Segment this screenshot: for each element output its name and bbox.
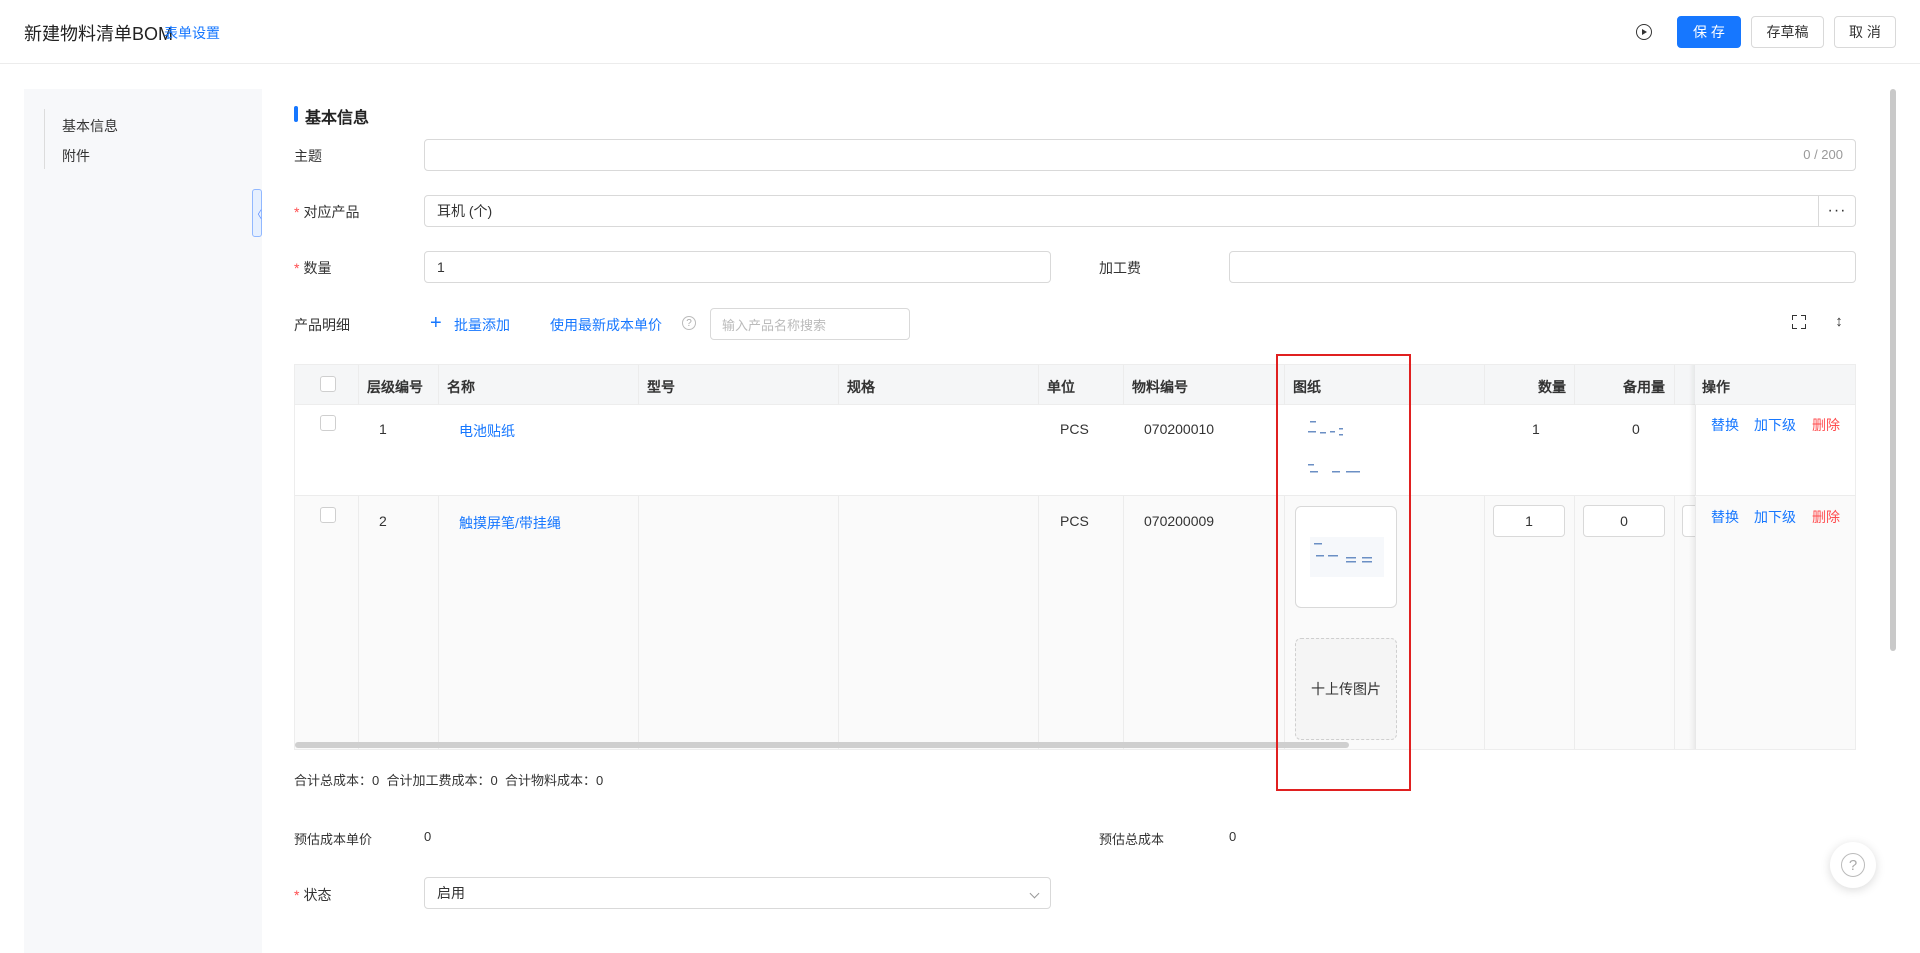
page-header: 新建物料清单BOM 表单设置 保 存 存草稿 取 消 bbox=[0, 0, 1920, 64]
save-button[interactable]: 保 存 bbox=[1677, 16, 1741, 48]
use-latest-cost-link[interactable]: 使用最新成本单价 bbox=[550, 315, 662, 335]
table-header: 层级编号 名称 型号 规格 单位 物料编号 图纸 数量 备用量 操作 bbox=[295, 365, 1855, 405]
select-all-checkbox[interactable] bbox=[320, 376, 336, 392]
row-unit: PCS bbox=[1060, 421, 1089, 437]
nav-divider bbox=[44, 109, 45, 169]
quantity-label-text: 数量 bbox=[303, 260, 332, 276]
row-checkbox[interactable] bbox=[320, 415, 336, 431]
row-name-link[interactable]: 电池贴纸 bbox=[459, 421, 515, 441]
col-level: 层级编号 bbox=[367, 379, 423, 395]
cancel-button[interactable]: 取 消 bbox=[1834, 16, 1896, 48]
status-value: 启用 bbox=[437, 885, 465, 901]
col-code: 物料编号 bbox=[1132, 379, 1188, 395]
table-horizontal-scrollbar[interactable] bbox=[295, 742, 1349, 748]
product-detail-label: 产品明细 bbox=[294, 317, 350, 333]
estimated-total-cost-value: 0 bbox=[1229, 829, 1237, 844]
help-button[interactable]: ? bbox=[1830, 842, 1876, 888]
table-row: 1 电池贴纸 PCS 070200010 1 0 bbox=[295, 405, 1855, 496]
product-label: * 对应产品 bbox=[294, 202, 359, 222]
total-cost: 合计总成本：0 bbox=[294, 773, 380, 788]
nav-item-basic-info[interactable]: 基本信息 bbox=[62, 116, 118, 136]
row-checkbox[interactable] bbox=[320, 507, 336, 523]
cost-summary: 合计总成本：0 合计加工费成本：0 合计物料成本：0 bbox=[294, 770, 603, 789]
chevron-down-icon bbox=[1029, 888, 1040, 899]
required-mark: * bbox=[294, 260, 300, 276]
save-draft-button[interactable]: 存草稿 bbox=[1751, 16, 1824, 48]
section-accent-bar bbox=[294, 106, 298, 122]
spare-input[interactable]: 0 bbox=[1583, 505, 1665, 537]
total-processing-fee: 合计加工费成本：0 bbox=[386, 773, 498, 788]
col-quantity: 数量 bbox=[1538, 379, 1566, 395]
highlight-annotation-box bbox=[1276, 354, 1411, 791]
play-icon[interactable] bbox=[1636, 24, 1652, 40]
row-unit: PCS bbox=[1060, 513, 1089, 529]
replace-action[interactable]: 替换 bbox=[1711, 507, 1739, 527]
status-label: * 状态 bbox=[294, 885, 331, 905]
estimated-unit-cost-label: 预估成本单价 bbox=[294, 832, 373, 847]
col-spare: 备用量 bbox=[1623, 379, 1665, 395]
col-model: 型号 bbox=[647, 379, 675, 395]
batch-add-link[interactable]: 批量添加 bbox=[454, 315, 510, 335]
estimated-total-cost-label: 预估总成本 bbox=[1099, 832, 1165, 847]
row-quantity: 1 bbox=[1532, 421, 1540, 437]
page-vertical-scrollbar[interactable] bbox=[1890, 89, 1896, 651]
quantity-input[interactable]: 1 bbox=[1493, 505, 1565, 537]
col-spec: 规格 bbox=[847, 379, 875, 395]
col-unit: 单位 bbox=[1047, 379, 1075, 395]
required-mark: * bbox=[294, 204, 300, 220]
row-spare: 0 bbox=[1632, 421, 1640, 437]
fullscreen-icon[interactable] bbox=[1792, 315, 1806, 329]
product-label-text: 对应产品 bbox=[303, 204, 360, 220]
row-height-icon[interactable]: ↕ bbox=[1832, 313, 1846, 331]
side-nav: 基本信息 附件 bbox=[24, 89, 262, 953]
row-name-link[interactable]: 触摸屏笔/带挂绳 bbox=[459, 513, 561, 533]
delete-action[interactable]: 删除 bbox=[1812, 415, 1840, 435]
question-icon: ? bbox=[1841, 853, 1865, 877]
status-label-text: 状态 bbox=[303, 887, 332, 903]
quantity-label: * 数量 bbox=[294, 258, 331, 278]
replace-action[interactable]: 替换 bbox=[1711, 415, 1739, 435]
row-actions: 替换 加下级 删除 bbox=[1695, 497, 1855, 749]
col-actions: 操作 bbox=[1702, 379, 1730, 395]
subject-char-counter: 0 / 200 bbox=[1803, 147, 1843, 162]
estimated-unit-cost-value: 0 bbox=[424, 829, 432, 844]
row-actions: 替换 加下级 删除 bbox=[1695, 405, 1855, 496]
status-select[interactable]: 启用 bbox=[424, 877, 1051, 909]
subject-label: 主题 bbox=[294, 148, 322, 164]
help-icon[interactable]: ? bbox=[682, 316, 696, 330]
product-picker-button[interactable]: ··· bbox=[1818, 195, 1856, 227]
page-title: 新建物料清单BOM bbox=[24, 24, 174, 44]
section-title: 基本信息 bbox=[305, 110, 370, 127]
row-level: 1 bbox=[379, 421, 387, 437]
delete-action[interactable]: 删除 bbox=[1812, 507, 1840, 527]
total-material-cost: 合计物料成本：0 bbox=[504, 773, 604, 788]
bom-table: 层级编号 名称 型号 规格 单位 物料编号 图纸 数量 备用量 操作 1 电池贴… bbox=[294, 364, 1856, 750]
row-code: 070200009 bbox=[1144, 513, 1215, 529]
product-input[interactable]: 耳机 (个) bbox=[424, 195, 1819, 227]
add-child-action[interactable]: 加下级 bbox=[1754, 507, 1796, 527]
product-search-input[interactable]: 输入产品名称搜索 bbox=[710, 308, 910, 340]
processing-fee-label: 加工费 bbox=[1099, 260, 1141, 276]
row-level: 2 bbox=[379, 513, 387, 529]
row-code: 070200010 bbox=[1144, 421, 1215, 437]
required-mark: * bbox=[294, 887, 300, 903]
quantity-input[interactable]: 1 bbox=[424, 251, 1051, 283]
nav-item-attachments[interactable]: 附件 bbox=[62, 146, 90, 166]
col-name: 名称 bbox=[447, 379, 475, 395]
add-child-action[interactable]: 加下级 bbox=[1754, 415, 1796, 435]
form-settings-link[interactable]: 表单设置 bbox=[164, 23, 220, 43]
plus-icon: + bbox=[430, 312, 442, 334]
collapse-sidebar-handle[interactable]: 〈 bbox=[252, 189, 262, 237]
subject-input[interactable]: 0 / 200 bbox=[424, 139, 1856, 171]
quantity-value: 1 bbox=[437, 259, 445, 275]
product-value: 耳机 (个) bbox=[437, 203, 493, 219]
processing-fee-input[interactable] bbox=[1229, 251, 1856, 283]
